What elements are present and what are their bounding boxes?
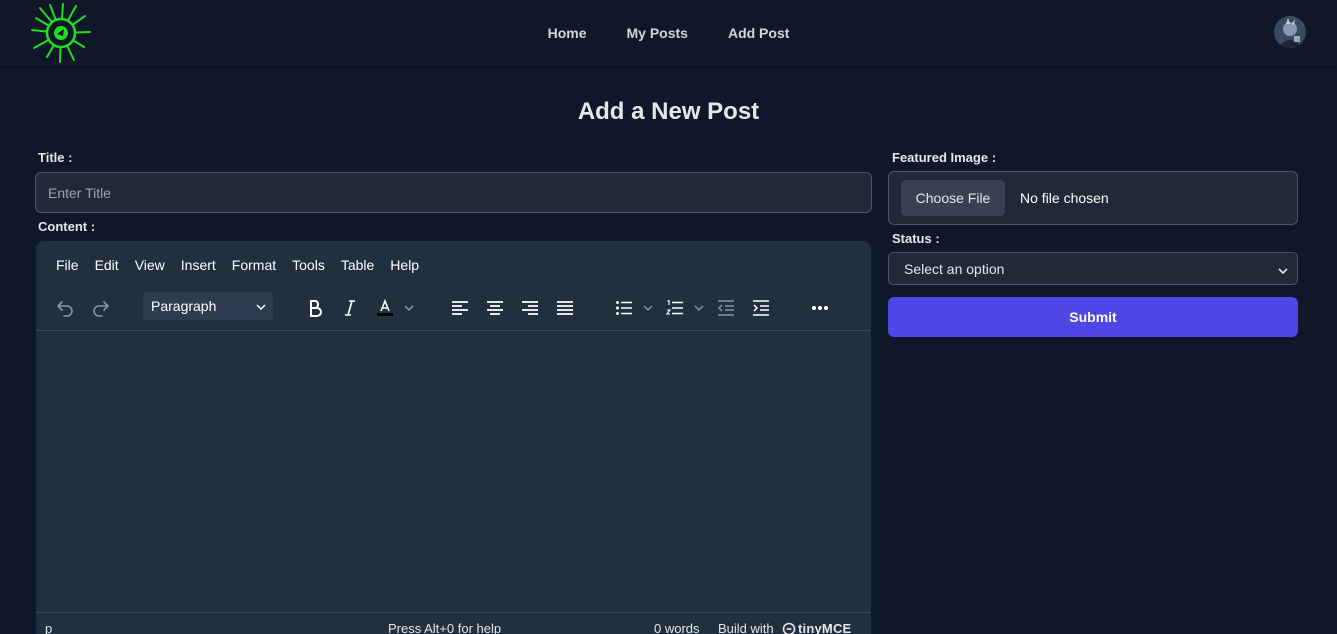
status-select[interactable]: Select an option (888, 252, 1298, 285)
nav-links: Home My Posts Add Post (0, 0, 1337, 66)
undo-icon[interactable] (52, 293, 78, 323)
nav-add-post-link[interactable]: Add Post (728, 25, 789, 41)
text-color-icon[interactable] (374, 293, 396, 323)
menu-insert[interactable]: Insert (173, 253, 224, 277)
status-selected-value: Select an option (904, 260, 1005, 277)
redo-icon[interactable] (88, 293, 114, 323)
bold-icon[interactable] (304, 293, 326, 323)
outdent-icon[interactable] (715, 293, 737, 323)
submit-button[interactable]: Submit (888, 297, 1298, 337)
menu-format[interactable]: Format (224, 253, 284, 277)
user-avatar[interactable] (1274, 16, 1306, 48)
word-count[interactable]: 0 words (654, 621, 700, 634)
bullet-list-icon[interactable] (613, 293, 635, 323)
navbar: Home My Posts Add Post (0, 0, 1337, 66)
text-color-chevron-icon[interactable] (402, 293, 416, 323)
numbered-list-icon[interactable] (664, 293, 686, 323)
tinymce-brand-link[interactable]: tinyMCE (782, 621, 851, 634)
bullet-list-chevron-icon[interactable] (641, 293, 655, 323)
menu-table[interactable]: Table (333, 253, 382, 277)
file-status-text: No file chosen (1020, 190, 1109, 206)
numbered-list-chevron-icon[interactable] (692, 293, 706, 323)
more-icon[interactable] (808, 293, 832, 323)
align-left-icon[interactable] (449, 293, 471, 323)
editor-toolbar: Paragraph (36, 289, 871, 331)
align-justify-icon[interactable] (554, 293, 576, 323)
menu-file[interactable]: File (48, 253, 87, 277)
editor-menubar: File Edit View Insert Format Tools Table… (36, 241, 871, 289)
menu-tools[interactable]: Tools (284, 253, 333, 277)
block-format-select[interactable]: Paragraph (143, 292, 273, 320)
content-label: Content : (38, 219, 96, 234)
tinymce-logo-icon (782, 622, 796, 634)
editor-content-area[interactable] (36, 330, 871, 612)
chevron-down-icon (1277, 264, 1289, 280)
page-title: Add a New Post (577, 98, 760, 125)
nav-home-link[interactable]: Home (548, 25, 587, 41)
status-label: Status : (892, 231, 940, 246)
choose-file-button[interactable]: Choose File (901, 180, 1005, 216)
element-path[interactable]: p (45, 621, 52, 634)
title-label: Title : (38, 150, 73, 165)
rich-text-editor: File Edit View Insert Format Tools Table… (36, 241, 871, 634)
indent-icon[interactable] (750, 293, 772, 323)
help-hint: Press Alt+0 for help (388, 621, 502, 634)
chevron-down-icon (255, 300, 267, 316)
title-input[interactable] (35, 172, 872, 213)
editor-statusbar: p Press Alt+0 for help 0 words Build wit… (36, 612, 871, 634)
menu-help[interactable]: Help (382, 253, 427, 277)
block-format-value: Paragraph (151, 298, 217, 314)
build-with-label: Build with (718, 621, 774, 634)
featured-image-label: Featured Image : (892, 150, 997, 165)
menu-edit[interactable]: Edit (87, 253, 127, 277)
align-center-icon[interactable] (484, 293, 506, 323)
nav-my-posts-link[interactable]: My Posts (626, 25, 687, 41)
featured-image-input[interactable]: Choose File No file chosen (888, 171, 1298, 225)
tinymce-brand: tinyMCE (798, 621, 852, 634)
align-right-icon[interactable] (519, 293, 541, 323)
italic-icon[interactable] (339, 293, 361, 323)
menu-view[interactable]: View (127, 253, 173, 277)
